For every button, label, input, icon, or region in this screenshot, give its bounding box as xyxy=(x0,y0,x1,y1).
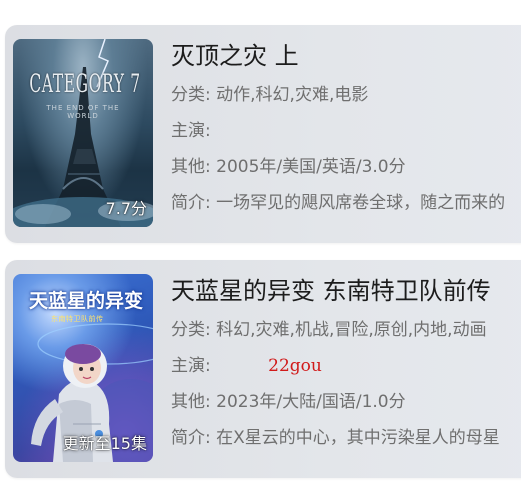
category-row: 分类: 动作,科幻,灾难,电影 xyxy=(171,77,521,113)
other-label: 其他: xyxy=(171,392,211,412)
cast-label: 主演: xyxy=(171,356,211,376)
intro-row: 简介: 在X星云的中心，其中污染星人的母星 xyxy=(171,420,521,456)
intro-row: 简介: 一场罕见的飓风席卷全球，随之而来的 xyxy=(171,185,521,221)
item-info: 灭顶之灾 上 分类: 动作,科幻,灾难,电影 主演: 其他: 2005年/美国/… xyxy=(171,39,521,221)
intro-label: 简介: xyxy=(171,428,211,448)
category-label: 分类: xyxy=(171,85,211,105)
other-value: 2005年/美国/英语/3.0分 xyxy=(216,157,406,177)
other-row: 其他: 2023年/大陆/国语/1.0分 xyxy=(171,384,521,420)
intro-label: 简介: xyxy=(171,193,211,213)
video-list: CATEGORY 7 THE END OF THE WORLD 7.7分 灭顶之… xyxy=(0,0,521,490)
list-item[interactable]: 天蓝星的异变 东南特卫队前传 更新至15集 天蓝星的异变 东南特卫队前传 分类:… xyxy=(5,260,521,478)
intro-value: 在X星云的中心，其中污染星人的母星 xyxy=(216,428,500,448)
rating-badge: 7.7分 xyxy=(105,199,147,218)
intro-value: 一场罕见的飓风席卷全球，随之而来的 xyxy=(216,193,506,213)
episode-badge: 更新至15集 xyxy=(62,434,147,453)
poster-title-art: CATEGORY 7 xyxy=(29,69,141,98)
category-row: 分类: 科幻,灾难,机战,冒险,原创,内地,动画 xyxy=(171,312,521,348)
poster-image[interactable]: 天蓝星的异变 东南特卫队前传 更新至15集 xyxy=(13,274,153,462)
category-value: 科幻,灾难,机战,冒险,原创,内地,动画 xyxy=(216,320,487,340)
other-value: 2023年/大陆/国语/1.0分 xyxy=(216,392,406,412)
list-item[interactable]: CATEGORY 7 THE END OF THE WORLD 7.7分 灭顶之… xyxy=(5,25,521,243)
other-row: 其他: 2005年/美国/英语/3.0分 xyxy=(171,149,521,185)
category-label: 分类: xyxy=(171,320,211,340)
poster-subtitle-art: 东南特卫队前传 xyxy=(51,315,104,323)
item-info: 天蓝星的异变 东南特卫队前传 分类: 科幻,灾难,机战,冒险,原创,内地,动画 … xyxy=(171,274,521,456)
cast-row: 主演: xyxy=(171,113,521,149)
item-title[interactable]: 天蓝星的异变 东南特卫队前传 xyxy=(171,274,521,308)
poster-subtitle-art: THE END OF THE WORLD xyxy=(46,104,120,120)
poster-title-art: 天蓝星的异变 xyxy=(29,290,144,312)
poster-image[interactable]: CATEGORY 7 THE END OF THE WORLD 7.7分 xyxy=(13,39,153,227)
item-title[interactable]: 灭顶之灾 上 xyxy=(171,39,521,73)
cast-label: 主演: xyxy=(171,121,211,141)
cast-row: 主演: 22gou xyxy=(171,348,521,384)
other-label: 其他: xyxy=(171,157,211,177)
category-value: 动作,科幻,灾难,电影 xyxy=(216,85,369,105)
cast-value: 22gou xyxy=(268,356,322,376)
